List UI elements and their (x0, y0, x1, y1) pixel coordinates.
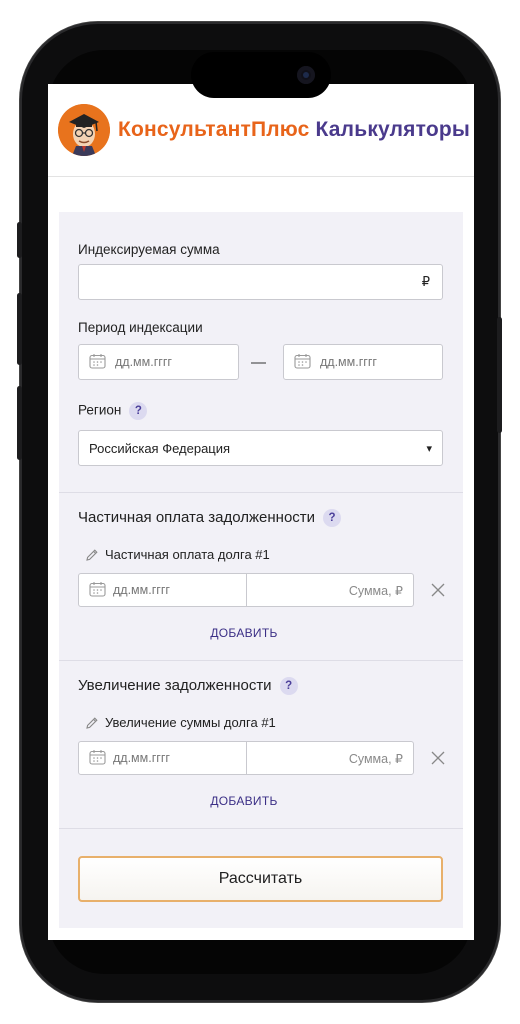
debt-increase-sum-placeholder: Сумма, ₽ (348, 751, 403, 766)
period-separator: — (251, 353, 266, 371)
period-end-date-input[interactable]: дд.мм.гггг (283, 344, 443, 380)
partial-payment-date-input[interactable]: дд.мм.гггг (78, 573, 247, 607)
chevron-down-icon: ▾ (426, 442, 432, 455)
debt-increase-sum-input[interactable]: Сумма, ₽ (246, 741, 414, 775)
calendar-icon (89, 582, 106, 597)
dynamic-island (191, 52, 331, 98)
section-divider (59, 828, 463, 829)
amount-label: Индексируемая сумма (78, 242, 220, 257)
phone-volume-down-button (17, 386, 22, 460)
debt-increase-item-header[interactable]: Увеличение суммы долга #1 (85, 715, 276, 730)
partial-payment-sum-input[interactable]: Сумма, ₽ (246, 573, 414, 607)
consultant-logo-icon (58, 104, 110, 156)
debt-increase-date-placeholder: дд.мм.гггг (113, 751, 170, 765)
app-screen: КонсультантПлюс Калькуляторы Индексируема… (48, 84, 474, 940)
add-debt-increase-link[interactable]: ДОБАВИТЬ (59, 794, 429, 808)
brand-title-part1: КонсультантПлюс (118, 118, 310, 141)
region-label-text: Регион (78, 402, 122, 418)
add-partial-payment-link[interactable]: ДОБАВИТЬ (59, 626, 429, 640)
front-camera-icon (297, 66, 315, 84)
amount-input[interactable]: ₽ (78, 264, 443, 300)
partial-payment-title: Частичная оплата задолженности (78, 509, 316, 526)
pencil-icon (86, 548, 98, 561)
partial-payment-help-icon[interactable]: ? (323, 509, 342, 528)
brand-title: КонсультантПлюс Калькуляторы (118, 118, 470, 142)
partial-payment-date-placeholder: дд.мм.гггг (113, 583, 170, 597)
phone-action-button (17, 222, 22, 258)
brand-title-part2: Калькуляторы (315, 118, 471, 141)
period-label: Период индексации (78, 320, 203, 335)
pencil-icon (86, 716, 98, 729)
debt-increase-date-input[interactable]: дд.мм.гггг (78, 741, 247, 775)
calendar-icon (89, 354, 106, 369)
region-selected-value: Российская Федерация (89, 440, 231, 456)
partial-payment-item-header[interactable]: Частичная оплата долга #1 (85, 547, 270, 562)
currency-ruble-symbol: ₽ (421, 274, 430, 289)
period-start-placeholder: дд.мм.гггг (115, 355, 172, 369)
calculate-button[interactable]: Рассчитать (78, 856, 443, 902)
calculator-form: Индексируемая сумма ₽ Период индексации … (59, 212, 463, 928)
phone-volume-up-button (17, 293, 22, 365)
debt-increase-help-icon[interactable]: ? (279, 677, 298, 696)
debt-increase-section: Увеличение задолженности? (78, 677, 298, 696)
remove-partial-payment-close-icon[interactable] (429, 581, 447, 599)
period-start-date-input[interactable]: дд.мм.гггг (78, 344, 239, 380)
calendar-icon (89, 750, 106, 765)
debt-increase-title: Увеличение задолженности (78, 677, 272, 694)
region-label: Регион? (78, 402, 148, 420)
partial-payment-sum-placeholder: Сумма, ₽ (348, 583, 403, 598)
calendar-icon (294, 354, 311, 369)
region-select[interactable]: Российская Федерация ▾ (78, 430, 443, 466)
section-divider (59, 492, 463, 493)
debt-increase-item-title: Увеличение суммы долга #1 (105, 715, 276, 730)
partial-payment-item-title: Частичная оплата долга #1 (105, 547, 270, 562)
region-help-icon[interactable]: ? (129, 402, 148, 420)
phone-power-button (497, 317, 502, 433)
section-divider (59, 660, 463, 661)
remove-debt-increase-close-icon[interactable] (429, 749, 447, 767)
partial-payment-section: Частичная оплата задолженности? (78, 509, 342, 528)
period-end-placeholder: дд.мм.гггг (320, 355, 377, 369)
